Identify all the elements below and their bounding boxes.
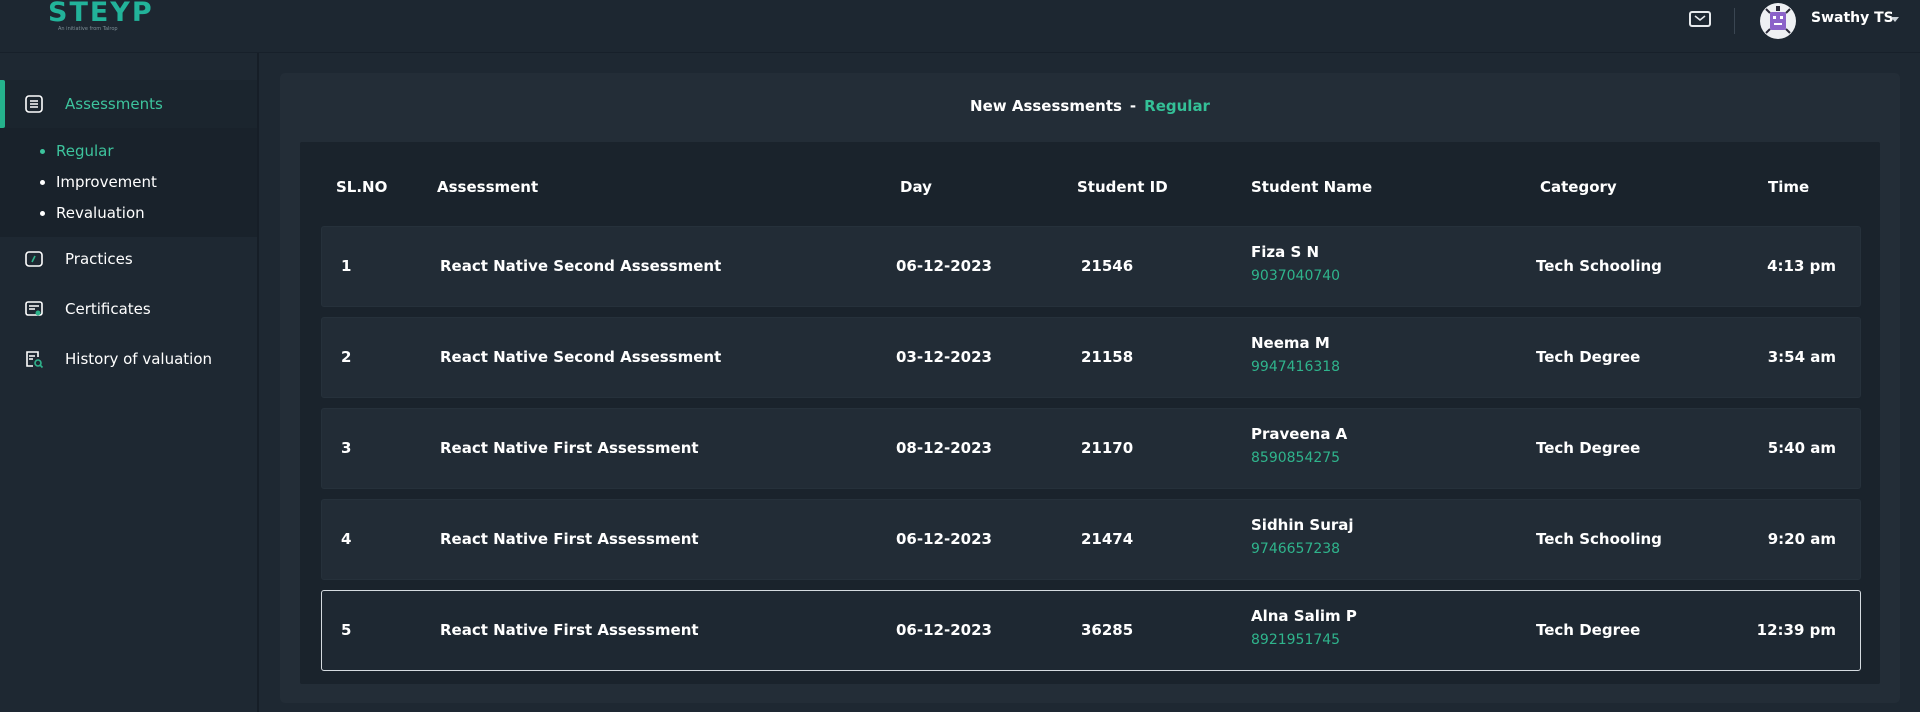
student-phone: 8590854275: [1251, 450, 1341, 466]
page-title-text: New Assessments: [970, 97, 1122, 115]
cell-slno: 5: [341, 621, 352, 639]
table-row[interactable]: 4 React Native First Assessment 06-12-20…: [321, 499, 1861, 580]
cell-day: 03-12-2023: [896, 348, 992, 366]
column-header-student-id: Student ID: [1077, 178, 1168, 196]
student-phone: 8921951745: [1251, 632, 1341, 648]
student-name: Praveena A: [1251, 425, 1348, 443]
cell-student-id: 21158: [1081, 348, 1134, 366]
table-row[interactable]: 5 React Native First Assessment 06-12-20…: [321, 590, 1861, 671]
column-header-assessment: Assessment: [437, 178, 539, 196]
cell-day: 06-12-2023: [896, 530, 992, 548]
chevron-down-icon[interactable]: [1891, 17, 1899, 22]
cell-day: 06-12-2023: [896, 257, 992, 275]
column-header-slno: SL.NO: [336, 178, 388, 196]
submenu-label: Revaluation: [56, 204, 145, 222]
cell-assessment: React Native First Assessment: [440, 621, 699, 639]
cell-time: 3:54 am: [1767, 348, 1836, 366]
table-row[interactable]: 2 React Native Second Assessment 03-12-2…: [321, 317, 1861, 398]
bullet-icon: [40, 148, 45, 154]
sidebar: Assessments Regular Improvement Revaluat…: [0, 53, 259, 712]
column-header-category: Category: [1540, 178, 1617, 196]
assessments-table: SL.NO Assessment Day Student ID Student …: [300, 142, 1880, 684]
cell-student-name: Sidhin Suraj 9746657238: [1251, 516, 1354, 557]
active-indicator: [0, 80, 5, 128]
cell-assessment: React Native First Assessment: [440, 530, 699, 548]
table-row[interactable]: 1 React Native Second Assessment 06-12-2…: [321, 226, 1861, 307]
cell-slno: 3: [341, 439, 352, 457]
cell-slno: 1: [341, 257, 352, 275]
user-name[interactable]: Swathy TS: [1811, 10, 1894, 26]
sidebar-item-label: Practices: [65, 250, 133, 268]
submenu-label: Regular: [56, 142, 114, 160]
cell-time: 5:40 am: [1767, 439, 1836, 457]
sidebar-item-practices[interactable]: Practices: [0, 237, 257, 281]
cell-assessment: React Native Second Assessment: [440, 348, 722, 366]
student-phone: 9746657238: [1251, 541, 1341, 557]
submenu-label: Improvement: [56, 173, 157, 191]
cell-category: Tech Schooling: [1536, 530, 1662, 548]
cell-time: 4:13 pm: [1767, 257, 1836, 275]
cell-time: 9:20 am: [1767, 530, 1836, 548]
document-list-icon: [24, 94, 44, 114]
history-search-icon: [24, 349, 44, 369]
column-header-student-name: Student Name: [1251, 178, 1373, 196]
sidebar-item-label: Certificates: [65, 300, 151, 318]
column-header-time: Time: [1768, 178, 1810, 196]
submenu-item-improvement[interactable]: Improvement: [40, 172, 157, 192]
top-bar: STEYP An initiative from Talrop Swathy T…: [0, 0, 1920, 53]
cell-student-id: 36285: [1081, 621, 1134, 639]
steyp-logo[interactable]: STEYP An initiative from Talrop: [48, 0, 154, 38]
assessments-submenu: Regular Improvement Revaluation: [0, 128, 257, 237]
student-name: Fiza S N: [1251, 243, 1320, 261]
cell-category: Tech Degree: [1536, 621, 1641, 639]
table-row[interactable]: 3 React Native First Assessment 08-12-20…: [321, 408, 1861, 489]
sidebar-item-label: Assessments: [65, 95, 163, 113]
student-phone: 9037040740: [1251, 268, 1341, 284]
cell-student-name: Fiza S N 9037040740: [1251, 243, 1340, 284]
practice-screen-icon: [24, 249, 44, 269]
cell-category: Tech Degree: [1536, 439, 1641, 457]
mail-icon[interactable]: [1689, 11, 1711, 27]
student-name: Sidhin Suraj: [1251, 516, 1354, 534]
title-filter: Regular: [1144, 97, 1210, 115]
logo-wordmark: STEYP: [48, 0, 154, 28]
cell-category: Tech Schooling: [1536, 257, 1662, 275]
cell-student-name: Praveena A 8590854275: [1251, 425, 1347, 466]
cell-slno: 2: [341, 348, 352, 366]
bullet-icon: [40, 179, 45, 185]
cell-student-name: Neema M 9947416318: [1251, 334, 1340, 375]
cell-assessment: React Native First Assessment: [440, 439, 699, 457]
submenu-item-revaluation[interactable]: Revaluation: [40, 203, 145, 223]
cell-time: 12:39 pm: [1756, 621, 1836, 639]
certificate-icon: [24, 299, 44, 319]
cell-student-id: 21170: [1081, 439, 1134, 457]
column-header-day: Day: [900, 178, 932, 196]
bullet-icon: [40, 210, 45, 216]
sidebar-item-history-of-valuation[interactable]: History of valuation: [0, 337, 257, 381]
header-divider: [1734, 8, 1735, 34]
cell-student-name: Alna Salim P 8921951745: [1251, 607, 1357, 648]
avatar[interactable]: [1760, 3, 1796, 39]
cell-assessment: React Native Second Assessment: [440, 257, 722, 275]
cell-student-id: 21546: [1081, 257, 1134, 275]
student-name: Neema M: [1251, 334, 1330, 352]
cell-day: 06-12-2023: [896, 621, 992, 639]
sidebar-item-label: History of valuation: [65, 350, 213, 368]
page-title: New Assessments - Regular: [280, 97, 1900, 115]
student-name: Alna Salim P: [1251, 607, 1357, 625]
student-phone: 9947416318: [1251, 359, 1341, 375]
cell-day: 08-12-2023: [896, 439, 992, 457]
cell-category: Tech Degree: [1536, 348, 1641, 366]
table-header: SL.NO Assessment Day Student ID Student …: [300, 178, 1880, 198]
sidebar-item-certificates[interactable]: Certificates: [0, 287, 257, 331]
cell-student-id: 21474: [1081, 530, 1134, 548]
sidebar-item-assessments[interactable]: Assessments: [0, 80, 257, 128]
submenu-item-regular[interactable]: Regular: [40, 141, 114, 161]
title-separator: -: [1129, 97, 1137, 115]
cell-slno: 4: [341, 530, 352, 548]
assessments-panel: New Assessments - Regular SL.NO Assessment…: [280, 73, 1900, 703]
